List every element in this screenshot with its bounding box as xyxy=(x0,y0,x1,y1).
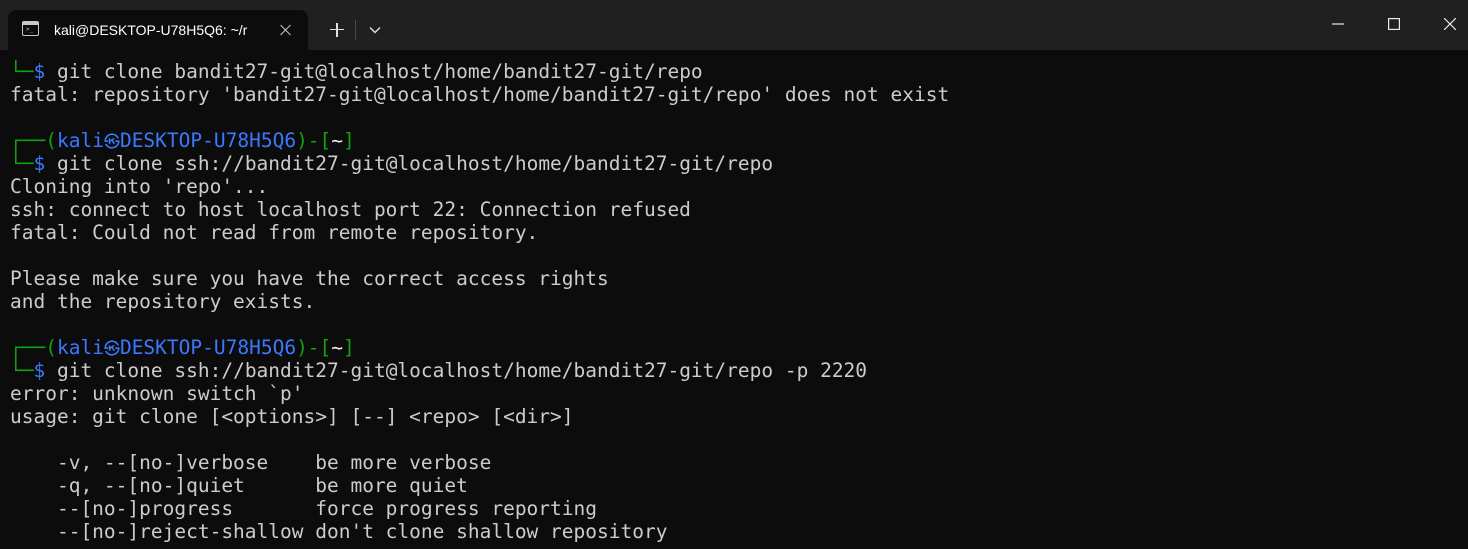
prompt-separator-icon: ㉿ xyxy=(103,339,120,358)
chevron-down-icon[interactable] xyxy=(360,15,390,45)
close-icon[interactable] xyxy=(1422,0,1468,50)
command-line: └─$ git clone ssh://bandit27-git@localho… xyxy=(10,359,949,382)
prompt-separator-icon: ㉿ xyxy=(103,132,120,151)
prompt-line: ┌──(kali㉿DESKTOP-U78H5Q6)-[~] xyxy=(10,336,949,359)
tab-divider xyxy=(355,20,356,40)
prompt-line: ┌──(kali㉿DESKTOP-U78H5Q6)-[~] xyxy=(10,129,949,152)
tab-title: kali@DESKTOP-U78H5Q6: ~/r xyxy=(54,22,248,38)
command-text: git clone bandit27-git@localhost/home/ba… xyxy=(45,60,703,83)
prompt-bracket: ] xyxy=(343,336,355,359)
prompt-host: DESKTOP-U78H5Q6 xyxy=(119,336,297,359)
output-line: --[no-]progress force progress reporting xyxy=(10,497,597,520)
output-line: -q, --[no-]quiet be more quiet xyxy=(10,474,468,497)
output-line: error: unknown switch `p' xyxy=(10,382,304,405)
prompt-corner: └─ xyxy=(10,152,34,175)
output-line: usage: git clone [<options>] [--] <repo>… xyxy=(10,405,574,428)
output-line: and the repository exists. xyxy=(10,290,316,313)
prompt-dollar: $ xyxy=(33,60,46,83)
prompt-dir: ~ xyxy=(331,336,344,359)
prompt-bracket: )-[ xyxy=(296,129,332,152)
output-line: Please make sure you have the correct ac… xyxy=(10,267,609,290)
prompt-dir: ~ xyxy=(331,129,344,152)
command-line: └─$ git clone bandit27-git@localhost/hom… xyxy=(10,60,949,83)
prompt-dollar: $ xyxy=(33,359,46,382)
terminal-lines: └─$ git clone bandit27-git@localhost/hom… xyxy=(10,60,949,543)
command-line: └─$ git clone ssh://bandit27-git@localho… xyxy=(10,152,949,175)
prompt-corner: └─ xyxy=(10,60,34,83)
command-text: git clone ssh://bandit27-git@localhost/h… xyxy=(45,359,868,382)
prompt-dollar: $ xyxy=(33,152,46,175)
prompt-user: kali xyxy=(56,336,104,359)
prompt-user: kali xyxy=(56,129,104,152)
terminal-output[interactable]: └─$ git clone bandit27-git@localhost/hom… xyxy=(0,50,1468,549)
terminal-tab[interactable]: >_ kali@DESKTOP-U78H5Q6: ~/r xyxy=(8,10,308,50)
output-line: --[no-]reject-shallow don't clone shallo… xyxy=(10,520,668,543)
prompt-corner: └─ xyxy=(10,359,34,382)
maximize-icon[interactable] xyxy=(1366,0,1422,50)
output-line: -v, --[no-]verbose be more verbose xyxy=(10,451,492,474)
output-line: fatal: repository 'bandit27-git@localhos… xyxy=(10,83,950,106)
prompt-host: DESKTOP-U78H5Q6 xyxy=(119,129,297,152)
output-line: Cloning into 'repo'... xyxy=(10,175,269,198)
plus-icon[interactable] xyxy=(322,15,352,45)
terminal-icon: >_ xyxy=(22,21,39,36)
minimize-icon[interactable] xyxy=(1310,0,1366,50)
output-line: fatal: Could not read from remote reposi… xyxy=(10,221,539,244)
title-bar: >_ kali@DESKTOP-U78H5Q6: ~/r xyxy=(0,0,1468,50)
prompt-bracket: ┌──( xyxy=(10,129,57,152)
command-text: git clone ssh://bandit27-git@localhost/h… xyxy=(45,152,774,175)
output-line: ssh: connect to host localhost port 22: … xyxy=(10,198,691,221)
prompt-bracket: ┌──( xyxy=(10,336,57,359)
prompt-bracket: ] xyxy=(343,129,355,152)
close-tab-icon[interactable] xyxy=(276,20,296,40)
prompt-bracket: )-[ xyxy=(296,336,332,359)
